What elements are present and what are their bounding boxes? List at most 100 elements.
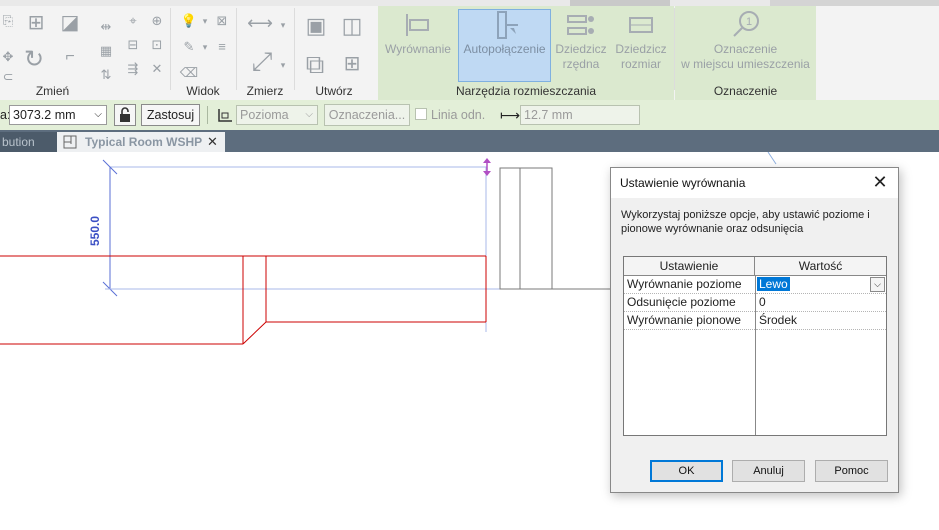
panel-modify: ⎘ ⊞ ◪ ✥ ↻ ⌐ ⊂ ⇹ ▦ ⇅ Zmień [0, 6, 113, 100]
view-tab-active-label: Typical Room WSHP [85, 135, 203, 149]
view-tab-partial-label: bution [2, 135, 35, 149]
inherit-size-label-1: Dziedzicz [615, 42, 667, 56]
orientation-value: Pozioma [240, 108, 289, 122]
column-header-value: Wartość [755, 257, 886, 276]
ok-button[interactable]: OK [650, 460, 723, 482]
setting-cell: Odsunięcie poziome [624, 294, 755, 312]
setting-cell: Wyrównanie pionowe [624, 312, 755, 330]
dialog-description: Wykorzystaj poniższe opcje, aby ustawić … [621, 209, 870, 235]
view-tabs-bar: bution Typical Room WSHP ✕ [0, 130, 939, 152]
autoconnect-label: Autopołączenie [463, 42, 546, 56]
separator [207, 106, 208, 124]
eraser-icon[interactable]: ⌫ [178, 66, 200, 80]
align-button[interactable]: Wyrównanie [382, 10, 454, 80]
panel-label-modify: Zmień [35, 84, 70, 98]
panel-label-create: Utwórz [315, 84, 353, 98]
inherit-elevation-button[interactable]: Dziedzicz rzędna [552, 10, 610, 80]
panel-label-view: Widok [186, 84, 220, 98]
leader-length-field[interactable]: 12.7 mm [520, 105, 640, 125]
mirror-draw-icon[interactable]: ◪ [58, 10, 82, 36]
dialog-title: Ustawienie wyrównania [620, 176, 746, 190]
arc-fragment [767, 151, 777, 165]
dropdown-arrow-icon[interactable]: ▾ [200, 14, 210, 28]
settings-grid: Ustawienie Wartość Wyrównanie poziome Le… [623, 256, 887, 436]
lock-button[interactable] [114, 104, 136, 126]
view-tab-active[interactable]: Typical Room WSHP ✕ [57, 132, 225, 152]
measure-between-icon[interactable]: ⟷ [242, 14, 278, 32]
panel-label-measure: Zmierz [246, 84, 284, 98]
chevron-down-icon[interactable]: ⌵ [870, 277, 885, 292]
aligned-dimension-icon[interactable]: ⤢ [244, 46, 280, 76]
inherit-elevation-icon [567, 15, 594, 35]
floor-plan-icon [63, 135, 77, 149]
chevron-down-icon: ⌵ [94, 109, 102, 120]
offset-icon[interactable]: ⊂ [0, 70, 16, 84]
delete-icon[interactable]: ✕ [149, 62, 165, 76]
value-cell[interactable]: Środek [756, 312, 886, 330]
copy-icon[interactable]: ⎘ [0, 14, 16, 28]
override-graphics-icon[interactable]: ⊠ [214, 14, 230, 28]
unlock-icon[interactable] [149, 14, 165, 28]
ribbon: ⎘ ⊞ ◪ ✥ ↻ ⌐ ⊂ ⇹ ▦ ⇅ Zmień ⌖ ⊕ ⊟ ⊡ ⇶ ✕ 💡 … [0, 0, 939, 101]
leader-checkbox[interactable] [415, 108, 427, 120]
move-icon[interactable]: ✥ [0, 50, 16, 64]
create-similar-icon[interactable]: ⧉ [298, 48, 332, 80]
leader-label: Linia odn. [431, 108, 486, 122]
dialog-titlebar[interactable]: Ustawienie wyrównania ✕ [611, 168, 898, 198]
orientation-icon [216, 107, 234, 123]
tags-button[interactable]: Oznaczenia... [324, 104, 410, 126]
create-group-icon[interactable]: ⊞ [336, 48, 368, 80]
apply-button[interactable]: Zastosuj [141, 104, 200, 126]
create-parts-icon[interactable]: ◫ [336, 12, 368, 40]
inherit-size-label-2: rozmiar [620, 57, 661, 71]
cancel-button[interactable]: Anuluj [732, 460, 805, 482]
trim-extend-icon[interactable]: ⌐ [58, 49, 82, 65]
align-icon [406, 14, 429, 36]
dropdown-arrow-icon[interactable]: ▾ [278, 18, 288, 32]
value-cell-selected: Lewo [757, 277, 790, 291]
group-icon[interactable]: ⊟ [125, 38, 141, 52]
tag-on-placement-button[interactable]: 1 Oznaczenie w miejscu umieszczenia [675, 10, 816, 80]
duct-geometry[interactable] [0, 255, 487, 345]
panel-measure: ⟷ ▾ ⤢ ▾ Zmierz [236, 6, 294, 100]
paint-brush-icon[interactable]: ✎ [178, 40, 200, 54]
dimension-label[interactable]: 550.0 [88, 206, 102, 246]
dropdown-arrow-icon[interactable]: ▾ [278, 58, 288, 72]
panel-view: 💡 ▾ ⊠ ✎ ▾ ≡ ⌫ Widok [170, 6, 236, 100]
alignment-settings-dialog: Ustawienie wyrównania ✕ Wykorzystaj poni… [610, 167, 899, 493]
dropdown-arrow-icon[interactable]: ▾ [200, 40, 210, 54]
offset-dropdown[interactable]: 3073.2 mm ⌵ [9, 105, 107, 125]
linework-icon[interactable]: ≡ [214, 40, 230, 54]
align-label: Wyrównanie [385, 42, 451, 56]
panel-create: ▣ ◫ ⧉ ⊞ Utwórz [294, 6, 374, 100]
create-assembly-icon[interactable]: ▣ [300, 12, 332, 40]
inherit-size-button[interactable]: Dziedzicz rozmiar [612, 10, 670, 80]
autoconnect-button[interactable]: Autopołączenie [458, 9, 551, 82]
value-cell[interactable]: 0 [756, 294, 886, 312]
placement-preview-outline [109, 166, 487, 290]
unpin-icon[interactable]: ⌖ [125, 14, 141, 28]
dimension-label-wrap[interactable]: 550.0 [88, 206, 112, 246]
close-icon[interactable]: ✕ [870, 172, 890, 192]
close-icon[interactable]: ✕ [207, 132, 218, 152]
chevron-down-icon: ⌵ [305, 109, 313, 120]
mirror-axis-icon[interactable]: ⊞ [24, 10, 48, 36]
leader-length-icon: ⟼ [500, 107, 521, 123]
align-distribute-icon[interactable]: ⇶ [125, 62, 141, 76]
value-dropdown[interactable]: Lewo ⌵ [756, 276, 886, 294]
help-button[interactable]: Pomoc [815, 460, 888, 482]
lock-icon [120, 107, 130, 122]
panel-label-placement-tools: Narzędzia rozmieszczania [455, 84, 597, 98]
svg-text:1: 1 [746, 16, 752, 28]
inherit-elevation-label-2: rzędna [562, 57, 600, 71]
view-tab-partial[interactable]: bution [0, 132, 58, 152]
rotate-icon[interactable]: ↻ [20, 46, 48, 74]
orientation-dropdown[interactable]: Pozioma ⌵ [236, 105, 318, 125]
create-group-icon[interactable]: ⊡ [149, 38, 165, 52]
hide-bulb-icon[interactable]: 💡 [178, 14, 200, 28]
offset-value: 3073.2 mm [13, 108, 76, 122]
autoconnect-icon [496, 11, 518, 39]
inherit-size-icon [629, 17, 653, 33]
inherit-elevation-label-1: Dziedzicz [555, 42, 607, 56]
panel-modify-extra: ⌖ ⊕ ⊟ ⊡ ⇶ ✕ [105, 6, 170, 100]
